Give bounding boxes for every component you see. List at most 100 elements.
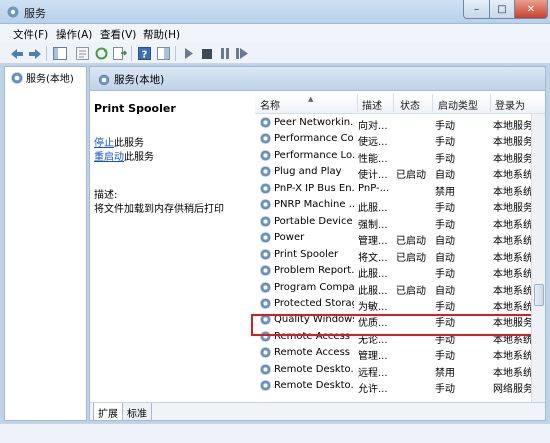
service-gear-icon (260, 199, 271, 211)
service-status-cell: 已启动 (396, 170, 426, 182)
table-row[interactable]: Peer Networkin... 向对... 手动 本地服务 (255, 115, 533, 132)
back-arrow-icon[interactable] (9, 46, 24, 61)
service-gear-icon (260, 149, 271, 161)
column-header-description[interactable]: 描述 (362, 97, 382, 112)
table-row[interactable]: Protected Storage 为敏... 手动 本地系统 (255, 296, 533, 313)
service-logon-cell: 本地系统 (493, 186, 533, 198)
service-name-cell: Remote Deskto... (260, 380, 354, 392)
pause-service-icon[interactable] (217, 46, 232, 61)
service-description-cell: 将文... (358, 252, 388, 264)
service-description-pane: Print Spooler 停止此服务 重启动此服务 描述: 将文件加载到内存供… (90, 92, 251, 402)
pane-header: 服务(本地) (90, 67, 545, 91)
table-row[interactable]: Remote Access ... 管理... 手动 本地系统 (255, 345, 533, 363)
scrollbar-thumb[interactable] (534, 284, 544, 306)
refresh-icon[interactable] (94, 46, 109, 61)
service-name-cell: Program Compa... (260, 281, 354, 293)
menu-file[interactable]: 文件(F) (13, 27, 48, 42)
service-name-cell: Print Spooler (260, 248, 354, 260)
column-header-startup-type[interactable]: 启动类型 (438, 97, 478, 112)
description-label: 描述: (94, 190, 118, 201)
service-logon-cell: 本地系统 (493, 285, 533, 297)
table-row[interactable]: Print Spooler 将文... 已启动 自动 本地系统 (255, 247, 533, 264)
table-row[interactable]: Portable Device ... 强制... 手动 本地系统 (255, 214, 533, 231)
service-gear-icon (260, 297, 271, 309)
selected-row-highlight (251, 314, 535, 336)
menu-action[interactable]: 操作(A) (56, 27, 92, 42)
minimize-button[interactable]: – (463, 0, 490, 19)
service-name-cell: PNRP Machine ... (260, 199, 354, 211)
service-description-cell: 远程... (358, 367, 388, 379)
gear-icon (98, 73, 110, 86)
service-gear-icon (260, 232, 271, 244)
service-startup-cell: 自动 (435, 285, 455, 297)
maximize-button[interactable]: □ (489, 0, 515, 19)
view-tabs: 扩展 标准 (90, 402, 545, 420)
close-button[interactable]: ✕ (514, 0, 548, 19)
service-startup-cell: 自动 (435, 170, 455, 182)
service-gear-icon (260, 182, 271, 194)
service-gear-icon (260, 265, 271, 277)
service-name-cell: Performance Lo... (260, 149, 354, 161)
service-logon-cell: 本地系统 (493, 236, 533, 248)
title-bar: 服务 – □ ✕ (0, 0, 550, 24)
service-description-cell: 此服... (358, 285, 388, 297)
service-startup-cell: 禁用 (435, 186, 455, 198)
service-logon-cell: 本地系统 (493, 170, 533, 182)
service-description-cell: 向对... (358, 121, 388, 132)
table-row[interactable]: Remote Deskto... 允许... 手动 网络服务 (255, 378, 533, 396)
service-startup-cell: 手动 (435, 121, 455, 132)
toolbar: ? (0, 43, 550, 64)
table-row[interactable]: Plug and Play 使计... 已启动 自动 本地系统 (255, 164, 533, 182)
pane-header-title: 服务(本地) (114, 74, 165, 86)
service-gear-icon (260, 166, 271, 178)
export-list-icon[interactable] (112, 46, 127, 61)
selected-service-name: Print Spooler (94, 102, 176, 115)
restart-service-link[interactable]: 重启动 (94, 152, 124, 163)
tree-item-services-local[interactable]: 服务(本地) (11, 70, 74, 85)
table-row[interactable]: Program Compa... 此服... 已启动自动 本地系统 (255, 280, 533, 297)
service-gear-icon (260, 215, 271, 227)
service-logon-cell: 本地系统 (493, 219, 533, 231)
restart-service-icon[interactable] (234, 46, 249, 61)
service-status-cell: 已启动 (396, 236, 426, 248)
service-logon-cell: 本地服务 (493, 121, 533, 132)
show-hide-tree-icon[interactable] (52, 46, 67, 61)
service-logon-cell: 本地服务 (493, 203, 533, 215)
tab-standard[interactable]: 标准 (122, 403, 152, 420)
service-gear-icon (260, 281, 271, 293)
service-logon-cell: 本地系统 (493, 351, 533, 363)
column-header-status[interactable]: 状态 (400, 97, 420, 112)
table-row[interactable]: Problem Report... 此服... 手动 本地系统 (255, 263, 533, 280)
vertical-scrollbar[interactable] (531, 114, 545, 402)
start-service-icon[interactable] (181, 46, 196, 61)
help-icon[interactable]: ? (137, 46, 152, 61)
services-app-icon (6, 5, 20, 19)
service-gear-icon (260, 117, 271, 128)
properties-icon[interactable] (75, 46, 90, 61)
column-header-name[interactable]: ▲ 名称 (260, 95, 313, 112)
service-name-cell: Power (260, 232, 354, 244)
service-logon-cell: 网络服务 (493, 384, 533, 396)
table-row[interactable]: Performance Co... 使远... 手动 本地服务 (255, 131, 533, 148)
menu-view[interactable]: 查看(V) (100, 27, 136, 42)
table-row[interactable]: Power 管理... 已启动 自动 本地系统 (255, 230, 533, 248)
service-startup-cell: 手动 (435, 351, 455, 363)
table-row[interactable]: Performance Lo... 性能... 手动 本地服务 (255, 148, 533, 165)
service-name-cell: Problem Report... (260, 265, 354, 277)
service-startup-cell: 手动 (435, 219, 455, 231)
table-row[interactable]: PNRP Machine ... 此服... 手动 本地服务 (255, 197, 533, 215)
table-row[interactable]: Remote Deskto... 远程... 禁用 本地系统 (255, 362, 533, 379)
column-header-logon-as[interactable]: 登录为 (495, 97, 525, 112)
console-tree-icon[interactable] (156, 46, 171, 61)
service-description-cell: 为敏... (358, 301, 388, 313)
restart-service-suffix: 此服务 (124, 152, 154, 163)
service-description-cell: PnP-... (358, 182, 390, 194)
stop-service-icon[interactable] (199, 46, 214, 61)
table-row[interactable]: PnP-X IP Bus En... PnP-... 禁用 本地系统 (255, 181, 533, 198)
forward-arrow-icon[interactable] (27, 46, 42, 61)
service-logon-cell: 本地系统 (493, 301, 533, 313)
service-logon-cell: 本地服务 (493, 153, 533, 165)
tab-extended[interactable]: 扩展 (93, 403, 123, 420)
service-gear-icon (260, 363, 271, 375)
menu-help[interactable]: 帮助(H) (143, 27, 180, 42)
